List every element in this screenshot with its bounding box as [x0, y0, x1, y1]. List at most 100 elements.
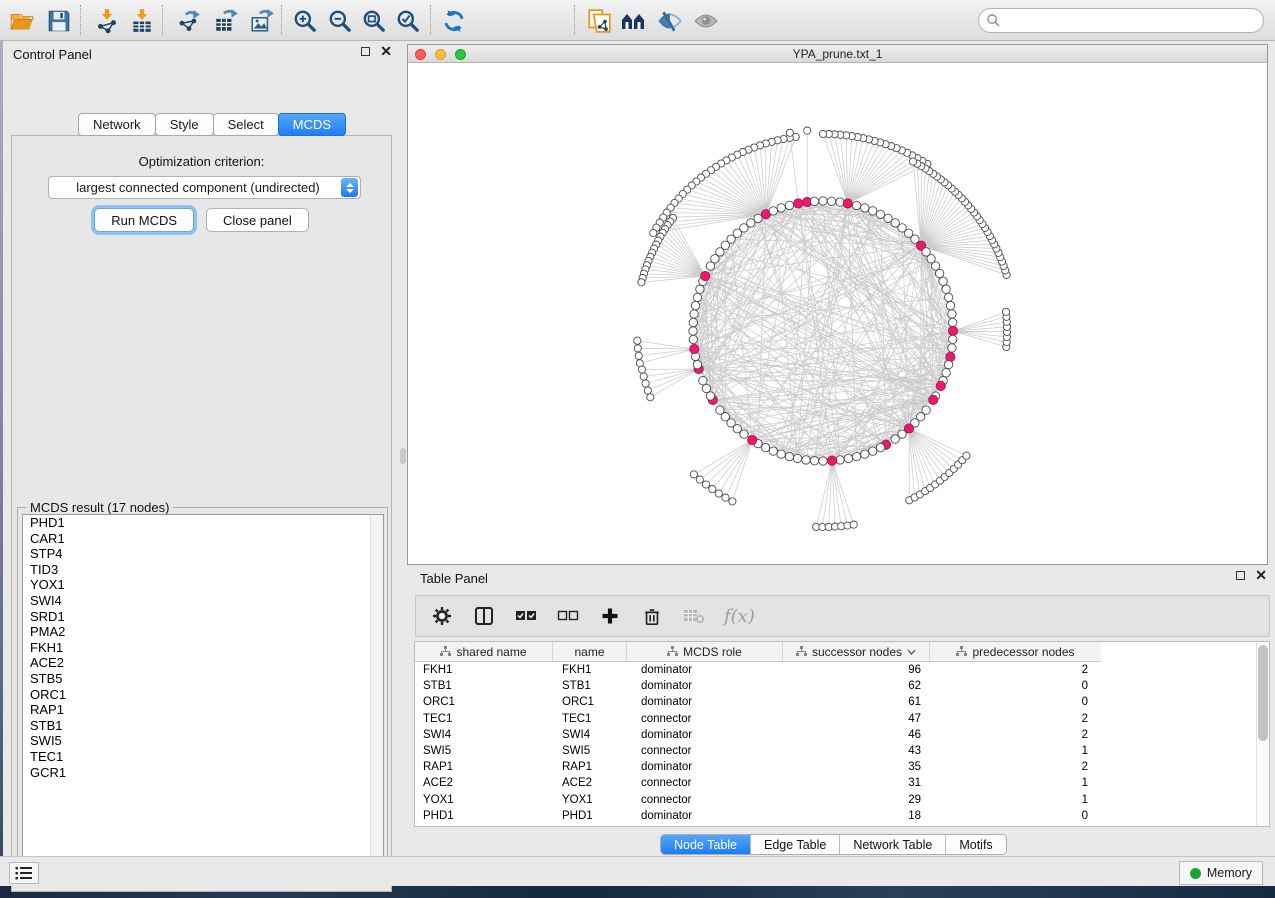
network-node[interactable] [769, 207, 777, 215]
delete-row-icon[interactable] [640, 604, 664, 628]
network-node[interactable] [640, 373, 647, 380]
zoom-in-icon[interactable] [291, 7, 319, 35]
table-cell[interactable]: 0 [930, 680, 1101, 692]
network-node[interactable] [650, 229, 657, 236]
add-row-icon[interactable] [598, 604, 622, 628]
float-table-panel-icon[interactable] [1236, 571, 1245, 580]
network-node[interactable] [949, 318, 957, 326]
network-hub-node[interactable] [701, 272, 710, 281]
mcds-result-item[interactable]: ACE2 [23, 655, 383, 671]
network-node[interactable] [819, 130, 826, 137]
table-cell[interactable]: 1 [930, 745, 1101, 757]
network-node[interactable] [634, 337, 641, 344]
network-node[interactable] [634, 345, 641, 352]
mcds-result-item[interactable]: TID3 [23, 562, 383, 578]
share-document-icon[interactable] [585, 7, 613, 35]
table-cell[interactable]: 47 [783, 713, 930, 725]
table-scrollbar-thumb[interactable] [1258, 645, 1268, 741]
network-node[interactable] [642, 380, 649, 387]
table-cell[interactable]: dominator [627, 664, 783, 676]
search-box[interactable] [978, 8, 1264, 33]
network-node[interactable] [861, 450, 869, 458]
search-input[interactable] [1001, 14, 1263, 28]
tab-node-table[interactable]: Node Table [661, 835, 751, 854]
table-cell[interactable]: dominator [627, 696, 783, 708]
network-node[interactable] [761, 443, 769, 451]
table-cell[interactable]: dominator [627, 680, 783, 692]
tab-style[interactable]: Style [155, 113, 214, 136]
export-image-icon[interactable] [248, 7, 276, 35]
table-cell[interactable]: ORC1 [415, 696, 553, 708]
import-network-icon[interactable] [93, 7, 121, 35]
network-node[interactable] [693, 293, 701, 301]
network-node[interactable] [702, 384, 710, 392]
table-cell[interactable]: STB1 [415, 680, 553, 692]
network-node[interactable] [785, 452, 793, 460]
network-node[interactable] [910, 158, 917, 165]
network-node[interactable] [810, 457, 818, 465]
network-hub-node[interactable] [794, 199, 803, 208]
network-node[interactable] [876, 443, 884, 451]
network-node[interactable] [793, 454, 801, 462]
hide-details-icon[interactable] [656, 7, 684, 35]
mcds-result-item[interactable]: PMA2 [23, 624, 383, 640]
network-node[interactable] [819, 457, 827, 465]
network-node[interactable] [690, 310, 698, 318]
network-node[interactable] [777, 204, 785, 212]
window-maximize-icon[interactable] [455, 49, 466, 60]
table-cell[interactable]: 43 [783, 745, 930, 757]
close-panel-icon[interactable]: ✕ [380, 47, 392, 56]
table-cell[interactable]: 1 [930, 777, 1101, 789]
network-node[interactable] [939, 277, 947, 285]
column-header-name[interactable]: name [553, 642, 627, 661]
network-node[interactable] [689, 318, 697, 326]
network-node[interactable] [869, 207, 877, 215]
close-table-panel-icon[interactable]: ✕ [1255, 571, 1267, 580]
network-node[interactable] [804, 127, 811, 134]
table-cell[interactable]: SWI4 [553, 729, 627, 741]
table-cell[interactable]: 2 [930, 664, 1101, 676]
network-node[interactable] [647, 394, 654, 401]
network-node[interactable] [706, 392, 714, 400]
table-row[interactable]: STB1STB1dominator620 [415, 678, 1101, 694]
mcds-result-item[interactable]: RAP1 [23, 702, 383, 718]
open-file-icon[interactable] [8, 7, 36, 35]
table-cell[interactable]: FKH1 [553, 664, 627, 676]
network-hub-node[interactable] [948, 326, 957, 335]
network-node[interactable] [891, 435, 899, 443]
network-node[interactable] [709, 486, 716, 493]
table-cell[interactable]: connector [627, 745, 783, 757]
table-cell[interactable]: connector [627, 794, 783, 806]
float-panel-icon[interactable] [361, 47, 370, 56]
table-cell[interactable]: TEC1 [415, 713, 553, 725]
network-node[interactable] [702, 481, 709, 488]
table-cell[interactable]: ACE2 [415, 777, 553, 789]
network-node[interactable] [696, 285, 704, 293]
mcds-result-item[interactable]: CAR1 [23, 531, 383, 547]
network-node[interactable] [810, 197, 818, 205]
network-window-titlebar[interactable]: YPA_prune.txt_1 [408, 45, 1267, 63]
network-node[interactable] [696, 476, 703, 483]
network-hub-node[interactable] [929, 395, 938, 404]
network-node[interactable] [944, 360, 952, 368]
network-node[interactable] [1002, 308, 1009, 315]
column-header-mcds-role[interactable]: MCDS role [627, 642, 783, 661]
mcds-result-item[interactable]: STP4 [23, 546, 383, 562]
import-table-icon[interactable] [128, 7, 156, 35]
zoom-out-icon[interactable] [326, 7, 354, 35]
network-node[interactable] [850, 521, 857, 528]
network-hub-node[interactable] [936, 381, 945, 390]
network-node[interactable] [689, 327, 697, 335]
table-cell[interactable]: 29 [783, 794, 930, 806]
zoom-fit-icon[interactable] [360, 7, 388, 35]
show-details-icon[interactable] [692, 7, 720, 35]
network-node[interactable] [946, 301, 954, 309]
mcds-result-item[interactable]: YOX1 [23, 577, 383, 593]
network-node[interactable] [754, 214, 762, 222]
network-node[interactable] [876, 210, 884, 218]
network-node[interactable] [689, 335, 697, 343]
network-node[interactable] [693, 360, 701, 368]
network-node[interactable] [690, 471, 697, 478]
network-node[interactable] [716, 406, 724, 414]
network-node[interactable] [963, 452, 970, 459]
